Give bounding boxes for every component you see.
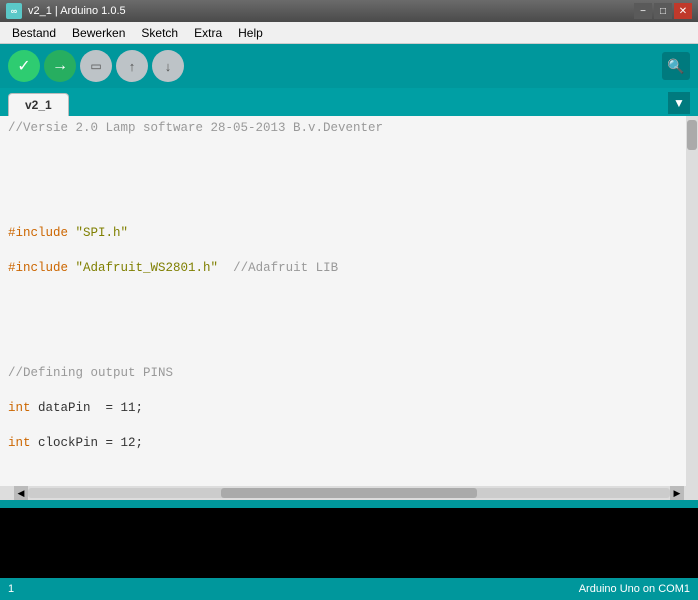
menu-bewerken[interactable]: Bewerken — [64, 24, 133, 42]
scrollbar-thumb[interactable] — [687, 120, 697, 150]
hscroll-left-button[interactable]: ◀ — [14, 486, 28, 500]
line-number: 1 — [8, 583, 14, 595]
board-info: Arduino Uno on COM1 — [579, 583, 690, 595]
tabs-bar: v2_1 ▼ — [0, 88, 698, 116]
hscroll-right-button[interactable]: ▶ — [670, 486, 684, 500]
upload-button[interactable]: → — [44, 50, 76, 82]
menu-sketch[interactable]: Sketch — [133, 24, 186, 42]
minimize-button[interactable]: − — [634, 3, 652, 19]
menu-bestand[interactable]: Bestand — [4, 24, 64, 42]
editor-container: //Versie 2.0 Lamp software 28-05-2013 B.… — [0, 116, 698, 486]
menubar: Bestand Bewerken Sketch Extra Help — [0, 22, 698, 44]
new-button[interactable]: ▭ — [80, 50, 112, 82]
menu-extra[interactable]: Extra — [186, 24, 230, 42]
open-button[interactable]: ↑ — [116, 50, 148, 82]
titlebar-controls: − □ ✕ — [634, 3, 692, 19]
code-editor[interactable]: //Versie 2.0 Lamp software 28-05-2013 B.… — [0, 116, 686, 486]
menu-help[interactable]: Help — [230, 24, 271, 42]
tab-v2-1[interactable]: v2_1 — [8, 93, 69, 116]
tab-dropdown-button[interactable]: ▼ — [668, 92, 690, 114]
serial-monitor-button[interactable]: 🔍 — [662, 52, 690, 80]
titlebar-title: v2_1 | Arduino 1.0.5 — [28, 5, 126, 17]
statusbar: 1 Arduino Uno on COM1 — [0, 578, 698, 600]
horizontal-scrollbar[interactable]: ◀ ▶ — [0, 486, 698, 500]
verify-button[interactable]: ✓ — [8, 50, 40, 82]
hscroll-thumb[interactable] — [221, 488, 478, 498]
hscroll-track — [28, 488, 670, 498]
console-output — [0, 508, 698, 578]
toolbar: ✓ → ▭ ↑ ↓ 🔍 — [0, 44, 698, 88]
maximize-button[interactable]: □ — [654, 3, 672, 19]
app-icon: ∞ — [6, 3, 22, 19]
titlebar: ∞ v2_1 | Arduino 1.0.5 − □ ✕ — [0, 0, 698, 22]
vertical-scrollbar[interactable] — [686, 116, 698, 486]
tab-label: v2_1 — [25, 98, 52, 112]
close-button[interactable]: ✕ — [674, 3, 692, 19]
titlebar-left: ∞ v2_1 | Arduino 1.0.5 — [6, 3, 126, 19]
console-header — [0, 500, 698, 508]
save-button[interactable]: ↓ — [152, 50, 184, 82]
